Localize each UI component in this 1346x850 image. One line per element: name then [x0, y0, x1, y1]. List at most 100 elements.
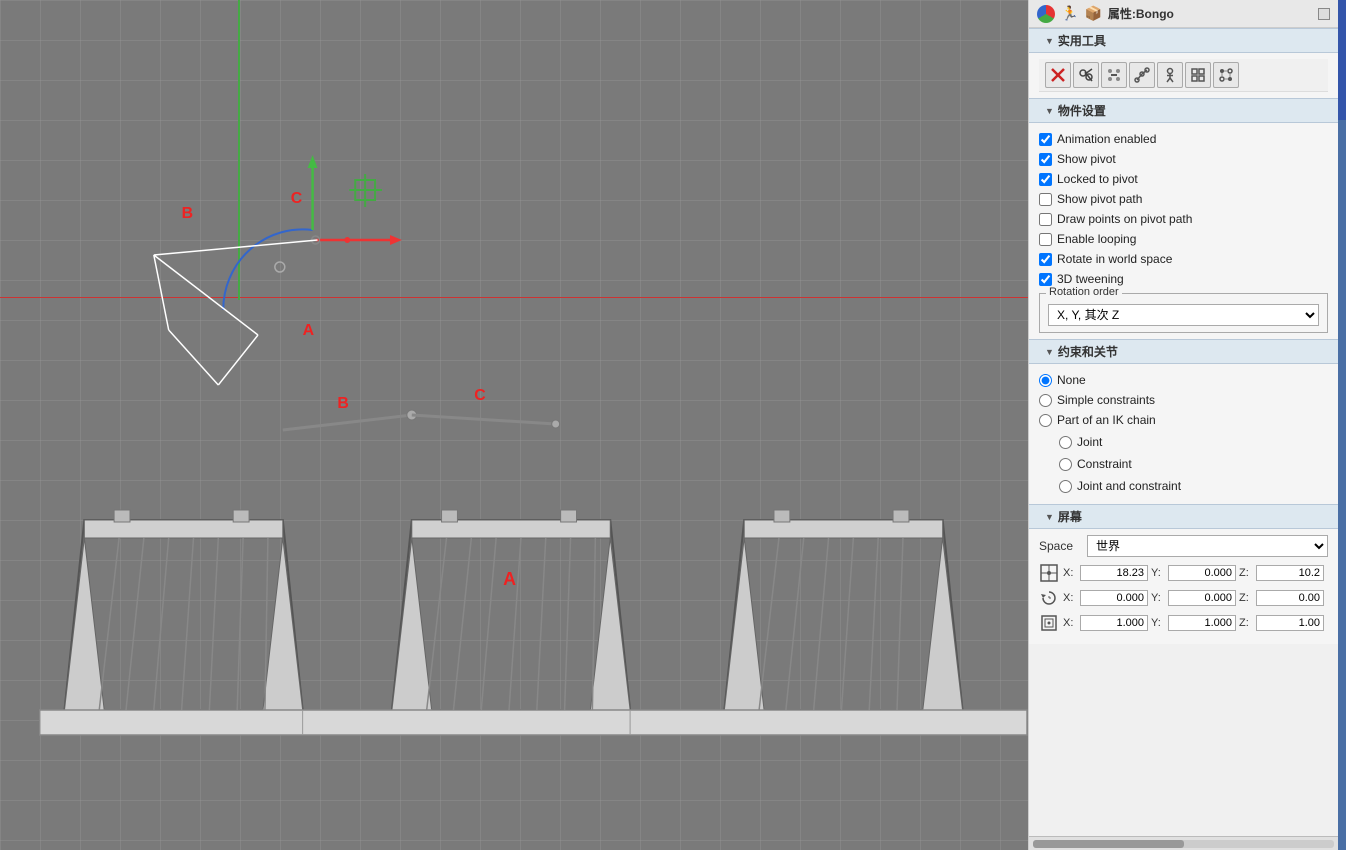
radio-none-label[interactable]: None [1057, 373, 1086, 387]
3d-tweening-checkbox[interactable] [1039, 273, 1052, 286]
3d-tweening-label[interactable]: 3D tweening [1057, 272, 1124, 286]
enable-looping-label[interactable]: Enable looping [1057, 232, 1136, 246]
show-pivot-checkbox[interactable] [1039, 153, 1052, 166]
radio-joint-label[interactable]: Joint [1077, 435, 1102, 449]
rotate-world-checkbox[interactable] [1039, 253, 1052, 266]
radio-row-constraint: Constraint [1059, 454, 1328, 474]
tool-btn-2[interactable] [1073, 62, 1099, 88]
sub-radio-group: Joint Constraint Joint and constraint [1059, 430, 1328, 498]
panel-titlebar: 🏃 📦 属性:Bongo [1029, 0, 1338, 28]
radio-row-ik: Part of an IK chain [1039, 410, 1328, 430]
tool-btn-5[interactable] [1157, 62, 1183, 88]
radio-row-joint-constraint: Joint and constraint [1059, 476, 1328, 496]
radio-constraint-label[interactable]: Constraint [1077, 457, 1132, 471]
radio-row-joint: Joint [1059, 432, 1328, 452]
accent-bar-top [1338, 0, 1346, 120]
bongo-box-icon: 📦 [1084, 5, 1101, 22]
tools-section-label: 实用工具 [1058, 32, 1106, 49]
radio-ik[interactable] [1039, 414, 1052, 427]
rotation-order-title: Rotation order [1046, 286, 1122, 298]
show-pivot-path-checkbox[interactable] [1039, 193, 1052, 206]
locked-pivot-checkbox[interactable] [1039, 173, 1052, 186]
radio-joint-constraint[interactable] [1059, 480, 1072, 493]
radio-row-none: None [1039, 370, 1328, 390]
tool-btn-6[interactable] [1185, 62, 1211, 88]
radio-row-simple: Simple constraints [1039, 390, 1328, 410]
svg-text:A: A [503, 569, 516, 589]
radio-constraint[interactable] [1059, 458, 1072, 471]
bongo-color-icon [1037, 5, 1055, 23]
space-label: Space [1039, 539, 1079, 553]
scale-x-input[interactable] [1080, 615, 1148, 631]
scale-y-label: Y: [1151, 617, 1165, 629]
tools-section-header[interactable]: 实用工具 [1029, 28, 1338, 53]
show-pivot-label[interactable]: Show pivot [1057, 152, 1116, 166]
rot-x-label: X: [1063, 592, 1077, 604]
position-coord-row: X: Y: Z: [1039, 563, 1328, 583]
scale-coord-row: X: Y: Z: [1039, 613, 1328, 633]
svg-text:C: C [291, 190, 303, 207]
pos-z-label: Z: [1239, 567, 1253, 579]
svg-text:B: B [337, 395, 348, 412]
draw-points-checkbox[interactable] [1039, 213, 1052, 226]
rot-z-input[interactable] [1256, 590, 1324, 606]
constraints-section-header[interactable]: 约束和关节 [1029, 339, 1338, 364]
anim-enabled-label[interactable]: Animation enabled [1057, 132, 1156, 146]
radio-none[interactable] [1039, 374, 1052, 387]
rotation-order-select[interactable]: X, Y, 其次 Z X, Z, 其次 Y Y, X, 其次 Z Y, Z, 其… [1048, 304, 1319, 326]
pos-y-input[interactable] [1168, 565, 1236, 581]
position-fields: X: Y: Z: [1063, 565, 1328, 581]
screen-section-content: Space 世界 局部 屏幕 X: Y: [1029, 529, 1338, 644]
radio-simple-label[interactable]: Simple constraints [1057, 393, 1155, 407]
panel-scrollbar[interactable] [1029, 836, 1338, 850]
constraints-label: 约束和关节 [1058, 343, 1118, 360]
cb-row-draw-points: Draw points on pivot path [1039, 209, 1328, 229]
bongo-figure-icon: 🏃 [1061, 5, 1078, 22]
cb-row-rotate-world: Rotate in world space [1039, 249, 1328, 269]
locked-pivot-label[interactable]: Locked to pivot [1057, 172, 1138, 186]
scale-x-label: X: [1063, 617, 1077, 629]
show-pivot-path-label[interactable]: Show pivot path [1057, 192, 1142, 206]
scrollbar-thumb[interactable] [1033, 840, 1184, 848]
pos-y-label: Y: [1151, 567, 1165, 579]
object-settings-section-header[interactable]: 物件设置 [1029, 98, 1338, 123]
panel-collapse-btn[interactable] [1318, 8, 1330, 20]
scale-z-input[interactable] [1256, 615, 1324, 631]
rotation-icon [1039, 588, 1059, 608]
space-select[interactable]: 世界 局部 屏幕 [1087, 535, 1328, 557]
rotation-fields: X: Y: Z: [1063, 590, 1328, 606]
svg-text:A: A [303, 322, 315, 339]
screen-section-header[interactable]: 屏幕 [1029, 504, 1338, 529]
scale-y-input[interactable] [1168, 615, 1236, 631]
scrollbar-track[interactable] [1033, 840, 1334, 848]
draw-points-label[interactable]: Draw points on pivot path [1057, 212, 1192, 226]
radio-ik-label[interactable]: Part of an IK chain [1057, 413, 1156, 427]
anim-enabled-checkbox[interactable] [1039, 133, 1052, 146]
space-row: Space 世界 局部 屏幕 [1039, 535, 1328, 557]
rotate-world-label[interactable]: Rotate in world space [1057, 252, 1172, 266]
radio-joint[interactable] [1059, 436, 1072, 449]
viewport[interactable]: A B C [0, 0, 1028, 850]
tools-section-content [1029, 53, 1338, 98]
rotation-order-group: Rotation order X, Y, 其次 Z X, Z, 其次 Y Y, … [1039, 293, 1328, 333]
rot-y-input[interactable] [1168, 590, 1236, 606]
tool-btn-3[interactable] [1101, 62, 1127, 88]
svg-text:C: C [474, 387, 486, 404]
rot-x-input[interactable] [1080, 590, 1148, 606]
rot-z-label: Z: [1239, 592, 1253, 604]
scale-fields: X: Y: Z: [1063, 615, 1328, 631]
tool-btn-1[interactable] [1045, 62, 1071, 88]
panel-title: 属性:Bongo [1108, 5, 1174, 22]
far-right-accent-bar [1338, 0, 1346, 850]
enable-looping-checkbox[interactable] [1039, 233, 1052, 246]
pos-x-label: X: [1063, 567, 1077, 579]
pos-z-input[interactable] [1256, 565, 1324, 581]
pos-x-input[interactable] [1080, 565, 1148, 581]
tool-btn-4[interactable] [1129, 62, 1155, 88]
tool-btn-7[interactable] [1213, 62, 1239, 88]
scene-svg: A B C [0, 0, 1028, 850]
radio-simple[interactable] [1039, 394, 1052, 407]
rotation-coord-row: X: Y: Z: [1039, 588, 1328, 608]
cb-row-show-pivot: Show pivot [1039, 149, 1328, 169]
radio-joint-constraint-label[interactable]: Joint and constraint [1077, 479, 1181, 493]
